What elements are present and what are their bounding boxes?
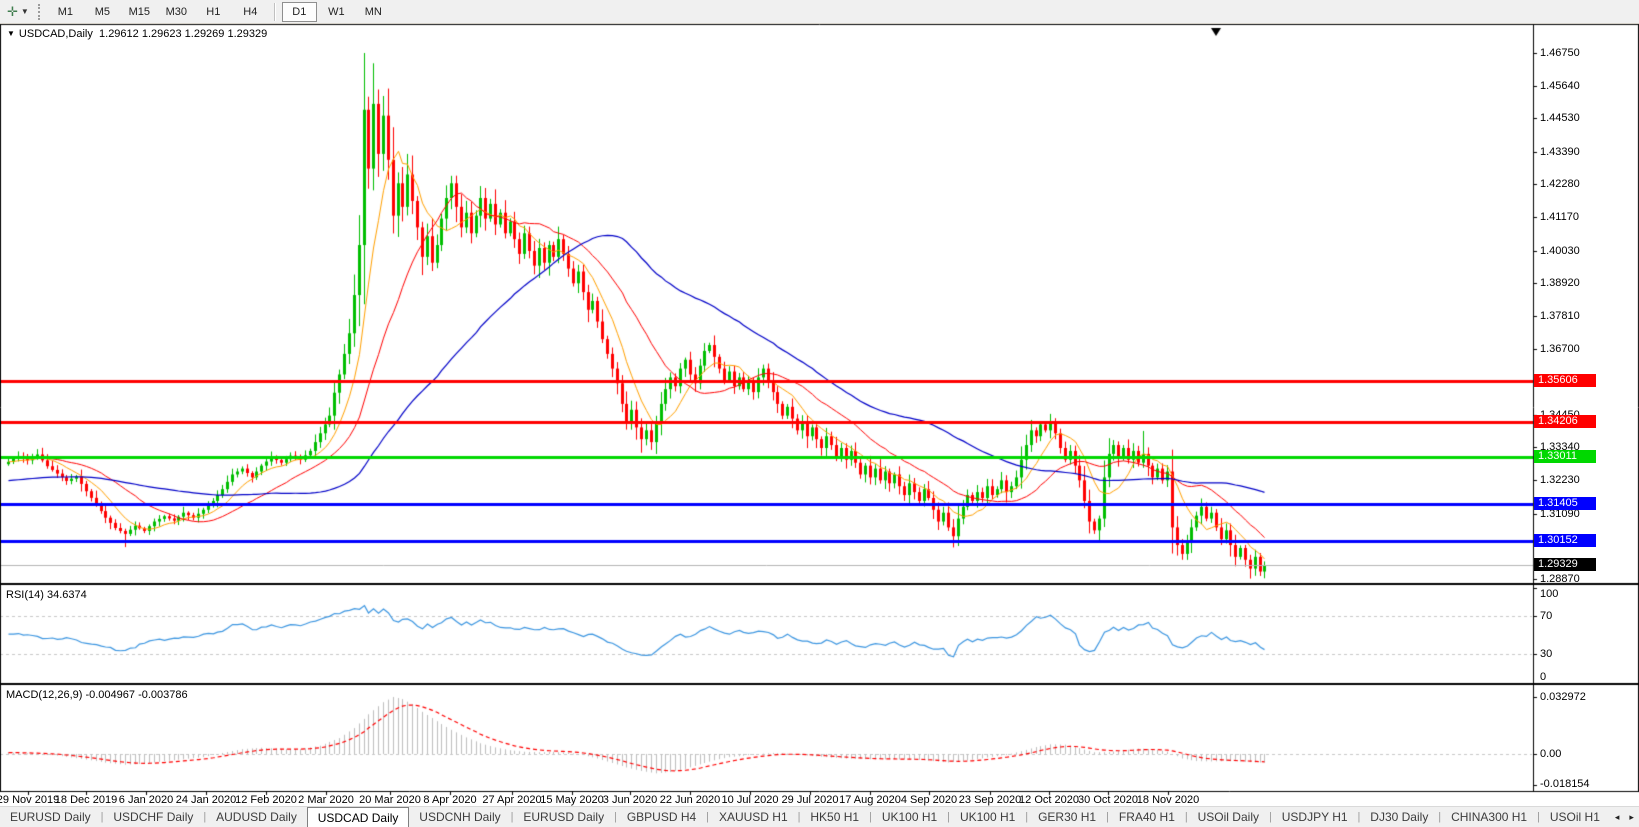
timeframe-button-m5[interactable]: M5 [85,2,120,22]
rsi-axis-tick: 70 [1540,610,1553,622]
tab-usoil-h1[interactable]: USOil H1 [1540,807,1610,827]
date-axis-label: 24 Jan 2020 [175,794,237,806]
tab-fra40-h1[interactable]: FRA40 H1 [1109,807,1185,827]
rsi-indicator-label: RSI(14) 34.6374 [6,589,87,601]
cursor-tool-icon: ✛ [7,3,18,19]
price-axis-tick: 1.42280 [1540,178,1580,190]
toolbar-grip [37,3,40,20]
price-axis-tick: 1.41170 [1540,211,1579,223]
macd-axis-tick: -0.018154 [1540,778,1590,790]
chart-symbol-label: USDCAD,Daily [18,28,93,40]
macd-axis-tick: 0.032972 [1540,691,1586,703]
tab-usdcnh-daily[interactable]: USDCNH Daily [409,807,510,827]
level-price-chip: 1.35606 [1534,374,1596,387]
tab-gbpusd-h4[interactable]: GBPUSD H4 [617,807,706,827]
price-axis-tick: 1.43390 [1540,146,1580,158]
tab-usoil-daily[interactable]: USOil Daily [1188,807,1269,827]
current-price-chip: 1.29329 [1534,558,1596,571]
date-axis-label: 10 Jul 2020 [721,794,779,806]
date-axis-label: 12 Oct 2020 [1019,794,1079,806]
tab-uk100-h1[interactable]: UK100 H1 [950,807,1025,827]
date-axis-label: 17 Aug 2020 [839,794,901,806]
date-axis-label: 30 Oct 2020 [1078,794,1138,806]
date-axis-label: 23 Sep 2020 [958,794,1022,806]
tab-eurusd-daily[interactable]: EURUSD Daily [0,807,101,827]
price-axis-tick: 1.44530 [1540,112,1580,124]
price-axis-tick: 1.36700 [1540,343,1580,355]
tab-usdjpy-h1[interactable]: USDJPY H1 [1272,807,1358,827]
chevron-down-icon[interactable]: ▼ [21,7,29,16]
price-axis-tick: 1.45640 [1540,80,1580,92]
date-axis-label: 20 Mar 2020 [359,794,421,806]
date-axis-label: 27 Apr 2020 [482,794,542,806]
date-axis-label: 18 Dec 2019 [54,794,118,806]
tab-usdchf-daily[interactable]: USDCHF Daily [103,807,203,827]
date-axis-label: 6 Jan 2020 [118,794,174,806]
level-price-chip: 1.33011 [1534,450,1596,463]
price-axis-tick: 1.28870 [1540,573,1580,585]
date-axis-label: 22 Jun 2020 [659,794,721,806]
tab-hk50-h1[interactable]: HK50 H1 [800,807,869,827]
timeframe-button-h1[interactable]: H1 [196,2,231,22]
tab-dj30-daily[interactable]: DJ30 Daily [1360,807,1438,827]
date-axis-label: 3 Jun 2020 [602,794,658,806]
macd-indicator-label: MACD(12,26,9) -0.004967 -0.003786 [6,689,188,701]
price-axis-tick: 1.37810 [1540,310,1580,322]
date-axis-label: 12 Feb 2020 [235,794,297,806]
timeframe-buttons: M1 M5 M15 M30 H1 H4 D1 W1 MN [47,1,392,22]
date-axis-label: 18 Nov 2020 [1136,794,1200,806]
tab-xauusd-h1[interactable]: XAUUSD H1 [709,807,798,827]
price-axis-tick: 1.32230 [1540,474,1580,486]
timeframe-button-m15[interactable]: M15 [122,2,157,22]
price-axis-tick: 1.38920 [1540,277,1580,289]
level-price-chip: 1.30152 [1534,534,1596,547]
level-price-chip: 1.31405 [1534,497,1596,510]
date-axis-label: 29 Jul 2020 [781,794,839,806]
rsi-axis-tick: 100 [1540,588,1559,600]
price-axis-tick: 1.46750 [1540,47,1580,59]
date-axis-label: 2 Mar 2020 [298,794,354,806]
date-axis-label: 29 Nov 2019 [0,794,60,806]
rsi-axis-tick: 0 [1540,671,1547,683]
timeframe-button-m30[interactable]: M30 [159,2,194,22]
tab-audusd-daily[interactable]: AUDUSD Daily [206,807,307,827]
tab-uk100-h1[interactable]: UK100 H1 [872,807,947,827]
tab-ger30-h1[interactable]: GER30 H1 [1028,807,1106,827]
price-chart-canvas[interactable] [0,0,1639,827]
tab-scroll-right-icon[interactable]: ▸ [1624,807,1639,827]
collapse-chart-icon[interactable]: ▼ [7,29,15,38]
timeframe-button-h4[interactable]: H4 [233,2,268,22]
timeframe-button-m1[interactable]: M1 [48,2,83,22]
timeframe-button-w1[interactable]: W1 [319,2,354,22]
chart-title: ▼ USDCAD,Daily 1.29612 1.29623 1.29269 1.… [7,28,267,40]
date-axis-label: 15 May 2020 [540,794,604,806]
tab-eurusd-daily[interactable]: EURUSD Daily [513,807,614,827]
price-axis-tick: 1.40030 [1540,245,1580,257]
symbol-tab-bar: EURUSD Daily | USDCHF Daily | AUDUSD Daily US… [0,806,1639,827]
rsi-axis-tick: 30 [1540,648,1553,660]
tab-scroll-left-icon[interactable]: ◂ [1610,807,1625,827]
level-price-chip: 1.34206 [1534,415,1596,428]
cursor-tool-button[interactable]: ✛ ▼ [4,2,32,22]
timeframe-toolbar: ✛ ▼ M1 M5 M15 M30 H1 H4 D1 W1 MN [0,0,1639,24]
mt4-terminal: ✛ ▼ M1 M5 M15 M30 H1 H4 D1 W1 MN ▼ USDCAD,Daily 1… [0,0,1639,827]
timeframe-button-mn[interactable]: MN [356,2,391,22]
date-axis-label: 4 Sep 2020 [900,794,958,806]
timeframe-button-d1[interactable]: D1 [281,1,317,22]
tab-usdcad-daily[interactable]: USDCAD Daily [306,807,410,827]
tab-china300-h1[interactable]: CHINA300 H1 [1441,807,1537,827]
chart-ohlc-values: 1.29612 1.29623 1.29269 1.29329 [99,28,268,40]
date-axis-label: 8 Apr 2020 [423,794,477,806]
macd-axis-tick: 0.00 [1540,748,1562,760]
toolbar-divider [273,2,276,21]
